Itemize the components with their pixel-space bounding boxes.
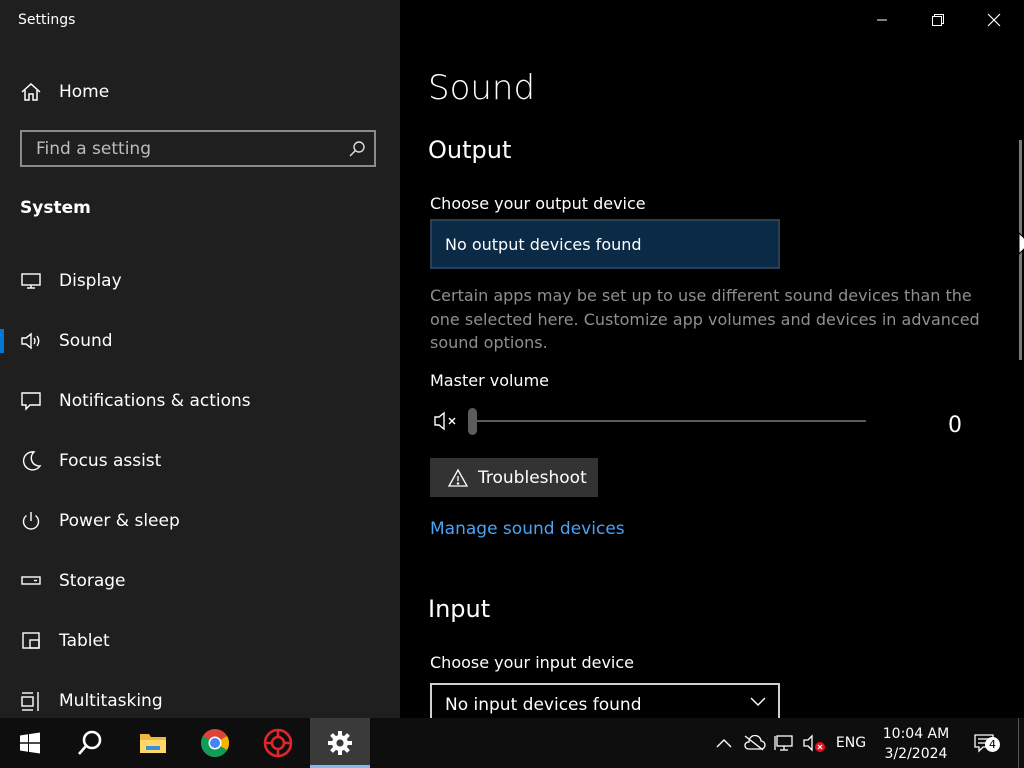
sidebar-item-multitasking[interactable]: Multitasking: [0, 681, 400, 718]
sidebar-item-label: Display: [59, 271, 122, 291]
multitasking-icon: [18, 689, 44, 713]
show-desktop-button[interactable]: [1018, 718, 1019, 768]
file-explorer-button[interactable]: [123, 718, 183, 768]
sidebar-item-display[interactable]: Display: [0, 261, 400, 301]
taskbar: ENG 10:04 AM 3/2/2024: [0, 718, 1024, 768]
app-title: Settings: [18, 12, 76, 28]
chevron-down-icon: [750, 697, 766, 706]
volume-muted-icon: [803, 734, 825, 752]
volume-slider-track[interactable]: [472, 420, 866, 422]
mute-volume-icon[interactable]: [432, 408, 460, 434]
clock-time: 10:04 AM: [882, 726, 950, 742]
sidebar-item-label: Storage: [59, 571, 126, 591]
storage-icon: [18, 569, 44, 593]
settings-icon: [328, 731, 352, 755]
output-device-label: Choose your output device: [430, 194, 646, 213]
restore-button[interactable]: [910, 0, 966, 40]
output-device-dropdown[interactable]: No output devices found: [430, 219, 780, 269]
network-tray-button[interactable]: [770, 718, 798, 768]
master-volume-label: Master volume: [430, 371, 549, 390]
close-button[interactable]: [966, 0, 1022, 40]
output-note: Certain apps may be set up to use differ…: [430, 286, 980, 352]
network-icon: [774, 735, 793, 751]
sidebar-item-notifications[interactable]: Notifications & actions: [0, 381, 400, 421]
settings-sidebar: Settings Home System Display: [0, 0, 400, 718]
scrollbar[interactable]: [1019, 140, 1022, 360]
output-device-value: No output devices found: [445, 234, 642, 254]
selected-indicator: [0, 329, 4, 353]
home-icon: [18, 80, 44, 104]
sidebar-item-label: Tablet: [59, 631, 110, 651]
show-hidden-icons-button[interactable]: [710, 718, 738, 768]
start-button[interactable]: [0, 718, 60, 768]
sidebar-item-label: Power & sleep: [59, 511, 180, 531]
sidebar-item-power-sleep[interactable]: Power & sleep: [0, 501, 400, 541]
clock-date: 3/2/2024: [884, 746, 948, 762]
app-button[interactable]: [248, 718, 308, 768]
chevron-up-icon: [716, 739, 732, 748]
sound-settings-page: Sound Output Choose your output device N…: [400, 0, 1024, 718]
sidebar-item-storage[interactable]: Storage: [0, 561, 400, 601]
input-heading: Input: [428, 595, 491, 623]
home-label: Home: [59, 82, 110, 102]
file-explorer-icon: [140, 734, 166, 753]
volume-value: 0: [948, 413, 962, 438]
app-icon: [263, 728, 293, 758]
manage-sound-devices-link[interactable]: Manage sound devices: [430, 519, 625, 539]
start-icon: [20, 732, 40, 754]
tablet-icon: [18, 629, 44, 653]
sidebar-item-label: Notifications & actions: [59, 391, 251, 411]
sidebar-item-focus-assist[interactable]: Focus assist: [0, 441, 400, 481]
sidebar-item-label: Multitasking: [59, 691, 163, 711]
volume-slider-thumb[interactable]: [468, 408, 477, 435]
restore-icon: [932, 14, 944, 26]
warning-icon: [447, 468, 473, 488]
chrome-button[interactable]: [185, 718, 245, 768]
language-indicator[interactable]: ENG: [833, 718, 869, 768]
monitor-icon: [18, 269, 44, 293]
troubleshoot-label: Troubleshoot: [478, 467, 587, 488]
onedrive-tray-button[interactable]: [740, 718, 768, 768]
sidebar-item-label: Sound: [59, 331, 113, 351]
sidebar-item-sound[interactable]: Sound: [0, 321, 400, 361]
taskbar-search-button[interactable]: [60, 718, 120, 768]
volume-tray-button[interactable]: [800, 718, 828, 768]
troubleshoot-button[interactable]: Troubleshoot: [430, 458, 598, 497]
output-heading: Output: [428, 136, 512, 164]
speaker-icon: [18, 329, 44, 353]
moon-icon: [18, 449, 44, 473]
sidebar-item-label: Focus assist: [59, 451, 162, 471]
search-icon: [78, 730, 102, 755]
notification-count-badge: 4: [985, 737, 1000, 752]
section-label-system: System: [20, 198, 91, 218]
search-box[interactable]: [20, 130, 376, 167]
close-icon: [987, 13, 1001, 27]
cloud-offline-icon: [744, 735, 766, 751]
input-device-value: No input devices found: [445, 695, 642, 715]
settings-taskbar-button[interactable]: [310, 718, 370, 768]
notification-icon: [18, 389, 44, 413]
clock[interactable]: 10:04 AM 3/2/2024: [880, 724, 952, 764]
input-device-dropdown[interactable]: No input devices found: [430, 683, 780, 718]
page-title: Sound: [428, 68, 536, 108]
minimize-icon: [877, 19, 887, 21]
sidebar-item-tablet[interactable]: Tablet: [0, 621, 400, 661]
search-icon[interactable]: [340, 140, 374, 158]
power-icon: [18, 509, 44, 533]
minimize-button[interactable]: [854, 0, 910, 40]
home-nav-item[interactable]: Home: [18, 80, 109, 104]
chrome-icon: [201, 729, 229, 757]
search-input[interactable]: [22, 131, 340, 166]
input-device-label: Choose your input device: [430, 653, 635, 672]
